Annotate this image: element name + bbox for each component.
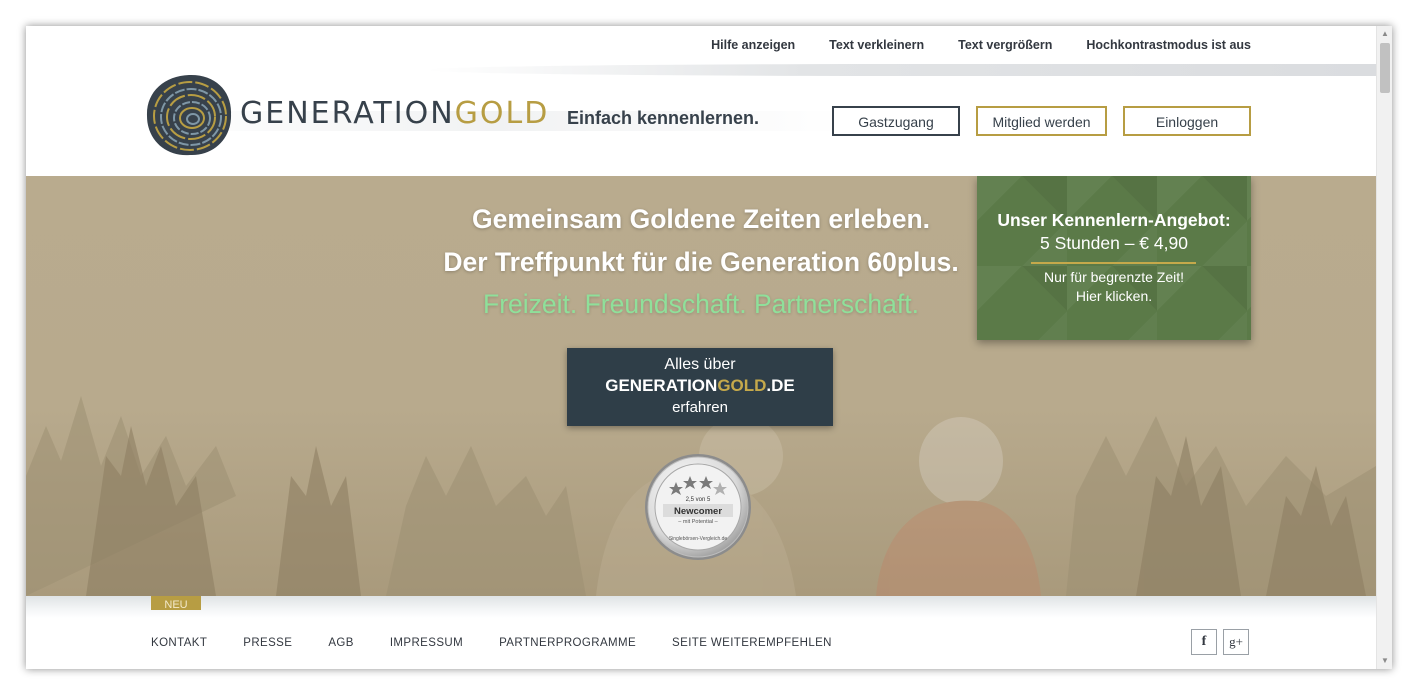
seal-footer: Singlebörsen-Vergleich.de	[669, 536, 728, 542]
footer-link-kontakt[interactable]: KONTAKT	[151, 637, 207, 649]
login-button[interactable]: Einloggen	[1123, 106, 1251, 136]
scroll-down-arrow-icon[interactable]: ▼	[1377, 653, 1392, 669]
text-larger-link[interactable]: Text vergrößern	[958, 38, 1052, 52]
site-footer: NEU KONTAKT PRESSE AGB IMPRESSUM PARTNER…	[26, 596, 1376, 669]
offer-note: Nur für begrenzte Zeit!	[1043, 269, 1185, 285]
new-badge[interactable]: NEU	[151, 596, 201, 610]
hero-headline-1: Gemeinsam Goldene Zeiten erleben.	[471, 204, 930, 234]
about-site-button[interactable]: Alles über GENERATIONGOLD.DE erfahren	[567, 348, 833, 426]
seal-label: Newcomer	[674, 506, 722, 517]
offer-title: Unser Kennenlern-Angebot:	[997, 210, 1231, 230]
offer-price: 5 Stunden – € 4,90	[1040, 233, 1188, 253]
google-plus-icon[interactable]: g+	[1223, 629, 1249, 655]
about-button-line1: Alles über	[664, 356, 736, 373]
footer-link-partnerprogramme[interactable]: PARTNERPROGRAMME	[499, 637, 636, 649]
facebook-icon[interactable]: f	[1191, 629, 1217, 655]
help-link[interactable]: Hilfe anzeigen	[711, 38, 795, 52]
footer-nav: KONTAKT PRESSE AGB IMPRESSUM PARTNERPROG…	[151, 637, 868, 649]
browser-window: Hilfe anzeigen Text verkleinern Text ver…	[26, 26, 1392, 669]
about-button-brand: GENERATIONGOLD.DE	[567, 376, 833, 396]
footer-link-agb[interactable]: AGB	[328, 637, 354, 649]
about-button-line3: erfahren	[672, 399, 728, 416]
hero-subline: Freizeit. Freundschaft. Partnerschaft.	[483, 289, 919, 319]
offer-box[interactable]: Unser Kennenlern-Angebot: 5 Stunden – € …	[977, 176, 1251, 340]
logo-text-part2: GOLD	[454, 96, 550, 131]
site-header: Hilfe anzeigen Text verkleinern Text ver…	[26, 26, 1376, 176]
become-member-button[interactable]: Mitglied werden	[976, 106, 1107, 136]
about-brand-part2: GOLD	[717, 376, 767, 395]
hero-headline-2: Der Treffpunkt für die Generation 60plus…	[443, 247, 959, 277]
footer-link-presse[interactable]: PRESSE	[243, 637, 292, 649]
tree-ring-logo-icon[interactable]	[144, 72, 234, 158]
scrollbar-thumb[interactable]	[1380, 43, 1390, 93]
offer-cta[interactable]: Hier klicken.	[977, 288, 1251, 304]
logo-text-part1: GENERATION	[240, 96, 455, 131]
hero-banner: Gemeinsam Goldene Zeiten erleben. Der Tr…	[26, 176, 1376, 596]
about-brand-part1: GENERATION	[605, 376, 718, 395]
tagline: Einfach kennenlernen.	[567, 108, 760, 128]
about-brand-part3: .DE	[766, 376, 795, 395]
footer-link-impressum[interactable]: IMPRESSUM	[390, 637, 463, 649]
text-smaller-link[interactable]: Text verkleinern	[829, 38, 924, 52]
vertical-scrollbar[interactable]: ▲ ▼	[1376, 26, 1392, 669]
scroll-up-arrow-icon[interactable]: ▲	[1377, 26, 1392, 42]
seal-sublabel: – mit Potential –	[678, 519, 718, 525]
header-decoration	[426, 64, 1376, 76]
offer-divider	[1031, 262, 1196, 264]
accessibility-nav: Hilfe anzeigen Text verkleinern Text ver…	[711, 38, 1251, 52]
seal-rating: 2,5 von 5	[686, 497, 711, 503]
footer-link-weiterempfehlen[interactable]: SEITE WEITEREMPFEHLEN	[672, 637, 832, 649]
high-contrast-toggle[interactable]: Hochkontrastmodus ist aus	[1086, 38, 1251, 52]
site-logo[interactable]: GENERATIONGOLD	[240, 96, 549, 131]
award-seal-icon[interactable]: 2,5 von 5 Newcomer – mit Potential – Sin…	[643, 452, 753, 562]
guest-access-button[interactable]: Gastzugang	[832, 106, 960, 136]
